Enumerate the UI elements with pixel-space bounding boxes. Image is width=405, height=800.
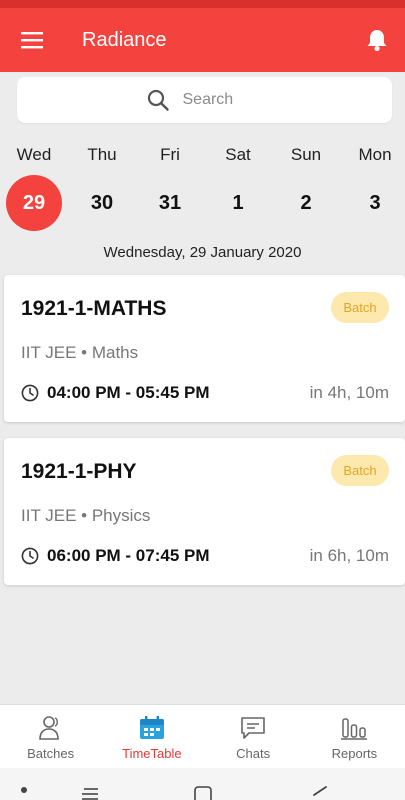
class-time: 04:00 PM - 05:45 PM	[47, 383, 210, 402]
class-title: 1921-1-PHY	[21, 460, 137, 483]
clock-icon	[21, 384, 39, 402]
day-date[interactable]: 2	[278, 175, 334, 231]
day-name: Wed	[16, 145, 52, 164]
nav-label: Chats	[236, 746, 271, 761]
class-title: 1921-1-MATHS	[21, 297, 167, 320]
reports-icon	[341, 718, 368, 740]
app-title: Radiance	[82, 28, 167, 51]
calendar-icon	[139, 716, 164, 739]
bell-icon	[367, 30, 387, 52]
day-mon[interactable]: Mon 3	[341, 140, 405, 235]
system-nav-bar	[0, 768, 405, 800]
day-name: Sun	[290, 145, 322, 164]
day-name: Sat	[225, 145, 251, 164]
day-name: Fri	[160, 145, 180, 164]
day-date[interactable]: 31	[142, 175, 198, 231]
chat-icon	[241, 717, 265, 739]
week-strip: Wed 29 Thu 30 Fri 31 Sat 1 Sun 2 Mon 3	[0, 140, 405, 235]
class-card[interactable]: 1921-1-PHY Batch IIT JEE • Physics 06:00…	[4, 438, 405, 585]
day-sun[interactable]: Sun 2	[272, 140, 340, 235]
search-bar[interactable]	[17, 77, 392, 123]
nav-label: Batches	[27, 746, 75, 761]
nav-timetable[interactable]: TimeTable	[101, 705, 202, 768]
search-input[interactable]	[182, 91, 263, 109]
clock-icon	[21, 547, 39, 565]
day-date[interactable]: 1	[210, 175, 266, 231]
day-name: Mon	[358, 145, 392, 164]
home-icon[interactable]	[194, 786, 212, 800]
day-date-selected[interactable]: 29	[6, 175, 62, 231]
menu-button[interactable]	[0, 8, 64, 72]
nav-batches[interactable]: Batches	[0, 705, 101, 768]
nav-label: TimeTable	[122, 746, 182, 761]
day-date[interactable]: 3	[347, 175, 403, 231]
class-subtitle: IIT JEE • Physics	[21, 506, 151, 525]
batches-icon	[38, 716, 59, 740]
class-time: 06:00 PM - 07:45 PM	[47, 546, 210, 565]
class-relative-time: in 6h, 10m	[309, 546, 389, 565]
status-bar	[0, 0, 405, 8]
class-card[interactable]: 1921-1-MATHS Batch IIT JEE • Maths 04:00…	[4, 275, 405, 422]
class-subtitle: IIT JEE • Maths	[21, 343, 139, 362]
day-thu[interactable]: Thu 30	[68, 140, 136, 235]
dot-icon[interactable]	[20, 786, 28, 794]
batch-badge: Batch	[331, 292, 389, 323]
day-sat[interactable]: Sat 1	[204, 140, 272, 235]
menu-icon	[21, 32, 43, 49]
recent-apps-icon[interactable]	[80, 788, 100, 800]
nav-reports[interactable]: Reports	[304, 705, 405, 768]
day-date[interactable]: 30	[74, 175, 130, 231]
search-icon	[147, 89, 169, 111]
nav-label: Reports	[331, 746, 378, 761]
selected-date-label: Wednesday, 29 January 2020	[103, 244, 302, 261]
back-icon[interactable]	[310, 786, 328, 800]
day-name: Thu	[87, 145, 117, 164]
nav-chats[interactable]: Chats	[203, 705, 304, 768]
day-wed[interactable]: Wed 29	[0, 140, 68, 235]
class-relative-time: in 4h, 10m	[309, 383, 389, 402]
class-time-row: 04:00 PM - 05:45 PM	[21, 383, 210, 403]
notifications-button[interactable]	[349, 8, 405, 72]
bottom-nav: Batches TimeTable Chats Reports	[0, 704, 405, 768]
app-bar: Radiance	[0, 8, 405, 72]
batch-badge: Batch	[331, 455, 389, 486]
day-fri[interactable]: Fri 31	[136, 140, 204, 235]
class-time-row: 06:00 PM - 07:45 PM	[21, 546, 210, 566]
